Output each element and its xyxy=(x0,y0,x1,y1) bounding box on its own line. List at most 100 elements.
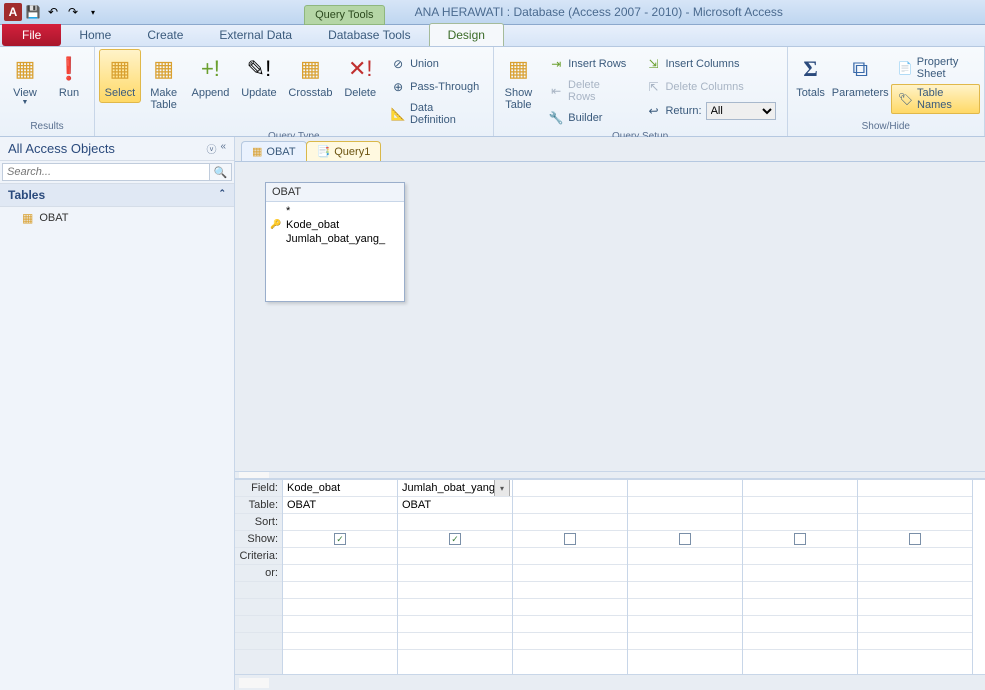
cell-criteria[interactable] xyxy=(628,548,742,565)
cell-sort[interactable] xyxy=(513,514,627,531)
cell-sort[interactable] xyxy=(628,514,742,531)
tab-database-tools[interactable]: Database Tools xyxy=(310,24,429,46)
undo-icon[interactable]: ↶ xyxy=(44,3,62,21)
ribbon: ▦ View ▼ ❗ Run Results ▦ Select ▦ Make T… xyxy=(0,47,985,137)
data-definition-button[interactable]: 📐Data Definition xyxy=(383,99,488,129)
select-button[interactable]: ▦ Select xyxy=(99,49,141,103)
cell-show[interactable] xyxy=(513,531,627,548)
redo-icon[interactable]: ↷ xyxy=(64,3,82,21)
builder-button[interactable]: 🔧Builder xyxy=(541,107,636,129)
tab-file[interactable]: File xyxy=(2,24,61,46)
grid-column[interactable] xyxy=(628,480,743,674)
cell-table[interactable] xyxy=(628,497,742,514)
chevron-down-icon: ▼ xyxy=(22,99,29,106)
union-button[interactable]: ⊘Union xyxy=(383,53,488,75)
table-box-title: OBAT xyxy=(266,183,404,202)
cell-table[interactable]: OBAT xyxy=(283,497,397,514)
cell-sort[interactable] xyxy=(398,514,512,531)
save-icon[interactable]: 💾 xyxy=(24,3,42,21)
doc-tab-obat[interactable]: ▦ OBAT xyxy=(241,141,307,161)
cell-field[interactable] xyxy=(743,480,857,497)
insert-rows-button[interactable]: ⇥Insert Rows xyxy=(541,53,636,75)
cell-table[interactable] xyxy=(513,497,627,514)
cell-show[interactable]: ✓ xyxy=(283,531,397,548)
cell-or[interactable] xyxy=(283,565,397,582)
cell-field[interactable] xyxy=(628,480,742,497)
cell-show[interactable] xyxy=(743,531,857,548)
checkbox-icon[interactable] xyxy=(679,533,691,545)
table-box-obat[interactable]: OBAT * Kode_obat Jumlah_obat_yang_ xyxy=(265,182,405,302)
tab-home[interactable]: Home xyxy=(61,24,129,46)
cell-field[interactable] xyxy=(858,480,972,497)
cell-show[interactable] xyxy=(858,531,972,548)
cell-sort[interactable] xyxy=(743,514,857,531)
cell-criteria[interactable] xyxy=(513,548,627,565)
tab-create[interactable]: Create xyxy=(129,24,201,46)
app-icon[interactable]: A xyxy=(4,3,22,21)
cell-criteria[interactable] xyxy=(858,548,972,565)
table-names-button[interactable]: 🏷Table Names xyxy=(891,84,980,114)
checkbox-icon[interactable] xyxy=(909,533,921,545)
append-button[interactable]: +! Append xyxy=(187,49,235,103)
cell-criteria[interactable] xyxy=(283,548,397,565)
cell-show[interactable] xyxy=(628,531,742,548)
grid-column[interactable]: Jumlah_obat_yang_diOBAT ✓ xyxy=(398,480,513,674)
checkbox-icon[interactable]: ✓ xyxy=(449,533,461,545)
show-table-button[interactable]: ▦ Show Table xyxy=(498,49,540,115)
search-input[interactable] xyxy=(2,163,210,181)
pass-through-button[interactable]: ⊕Pass-Through xyxy=(383,76,488,98)
tab-external-data[interactable]: External Data xyxy=(201,24,310,46)
view-button[interactable]: ▦ View ▼ xyxy=(4,49,46,110)
nav-collapse-icon[interactable]: « xyxy=(220,141,226,156)
cell-table[interactable]: OBAT xyxy=(398,497,512,514)
qat-dropdown-icon[interactable]: ▾ xyxy=(84,3,102,21)
cell-or[interactable] xyxy=(628,565,742,582)
cell-table[interactable] xyxy=(858,497,972,514)
field-kode-obat[interactable]: Kode_obat xyxy=(270,218,400,232)
cell-field[interactable]: Kode_obat xyxy=(283,480,397,497)
field-star[interactable]: * xyxy=(270,204,400,218)
checkbox-icon[interactable] xyxy=(794,533,806,545)
property-sheet-button[interactable]: 📄Property Sheet xyxy=(891,53,980,83)
cell-criteria[interactable] xyxy=(398,548,512,565)
horizontal-scrollbar[interactable] xyxy=(235,674,985,690)
parameters-button[interactable]: ⧉ Parameters xyxy=(832,49,889,103)
nav-header[interactable]: All Access Objects ⓥ « xyxy=(0,137,234,161)
tab-design[interactable]: Design xyxy=(429,23,504,46)
append-icon: +! xyxy=(194,53,226,85)
return-control[interactable]: ↩ Return: All xyxy=(638,99,782,123)
nav-item-obat[interactable]: ▦ OBAT xyxy=(0,207,234,229)
insert-columns-button[interactable]: ⇲Insert Columns xyxy=(638,53,782,75)
query-design-surface[interactable]: OBAT * Kode_obat Jumlah_obat_yang_ xyxy=(235,161,985,471)
search-icon[interactable]: 🔍 xyxy=(210,163,232,181)
delete-button[interactable]: ✕! Delete xyxy=(339,49,381,103)
update-button[interactable]: ✎! Update xyxy=(236,49,281,103)
cell-field[interactable]: Jumlah_obat_yang_di xyxy=(398,480,512,497)
make-table-button[interactable]: ▦ Make Table xyxy=(143,49,185,115)
doc-tab-query1[interactable]: 📑 Query1 xyxy=(306,141,382,161)
totals-button[interactable]: Σ Totals xyxy=(792,49,830,103)
run-button[interactable]: ❗ Run xyxy=(48,49,90,103)
cell-field[interactable] xyxy=(513,480,627,497)
splitter[interactable] xyxy=(235,471,985,479)
cell-show[interactable]: ✓ xyxy=(398,531,512,548)
cell-or[interactable] xyxy=(398,565,512,582)
cell-sort[interactable] xyxy=(858,514,972,531)
return-select[interactable]: All xyxy=(706,102,776,120)
cell-or[interactable] xyxy=(513,565,627,582)
cell-or[interactable] xyxy=(858,565,972,582)
checkbox-icon[interactable]: ✓ xyxy=(334,533,346,545)
nav-dropdown-icon[interactable]: ⓥ xyxy=(206,141,216,156)
checkbox-icon[interactable] xyxy=(564,533,576,545)
cell-criteria[interactable] xyxy=(743,548,857,565)
grid-column[interactable] xyxy=(743,480,858,674)
cell-or[interactable] xyxy=(743,565,857,582)
nav-section-tables[interactable]: Tables ⌃ xyxy=(0,184,234,207)
cell-table[interactable] xyxy=(743,497,857,514)
grid-column[interactable]: Kode_obatOBAT ✓ xyxy=(283,480,398,674)
grid-column[interactable] xyxy=(858,480,973,674)
grid-column[interactable] xyxy=(513,480,628,674)
crosstab-button[interactable]: ▦ Crosstab xyxy=(284,49,338,103)
cell-sort[interactable] xyxy=(283,514,397,531)
field-jumlah-obat[interactable]: Jumlah_obat_yang_ xyxy=(270,232,400,246)
